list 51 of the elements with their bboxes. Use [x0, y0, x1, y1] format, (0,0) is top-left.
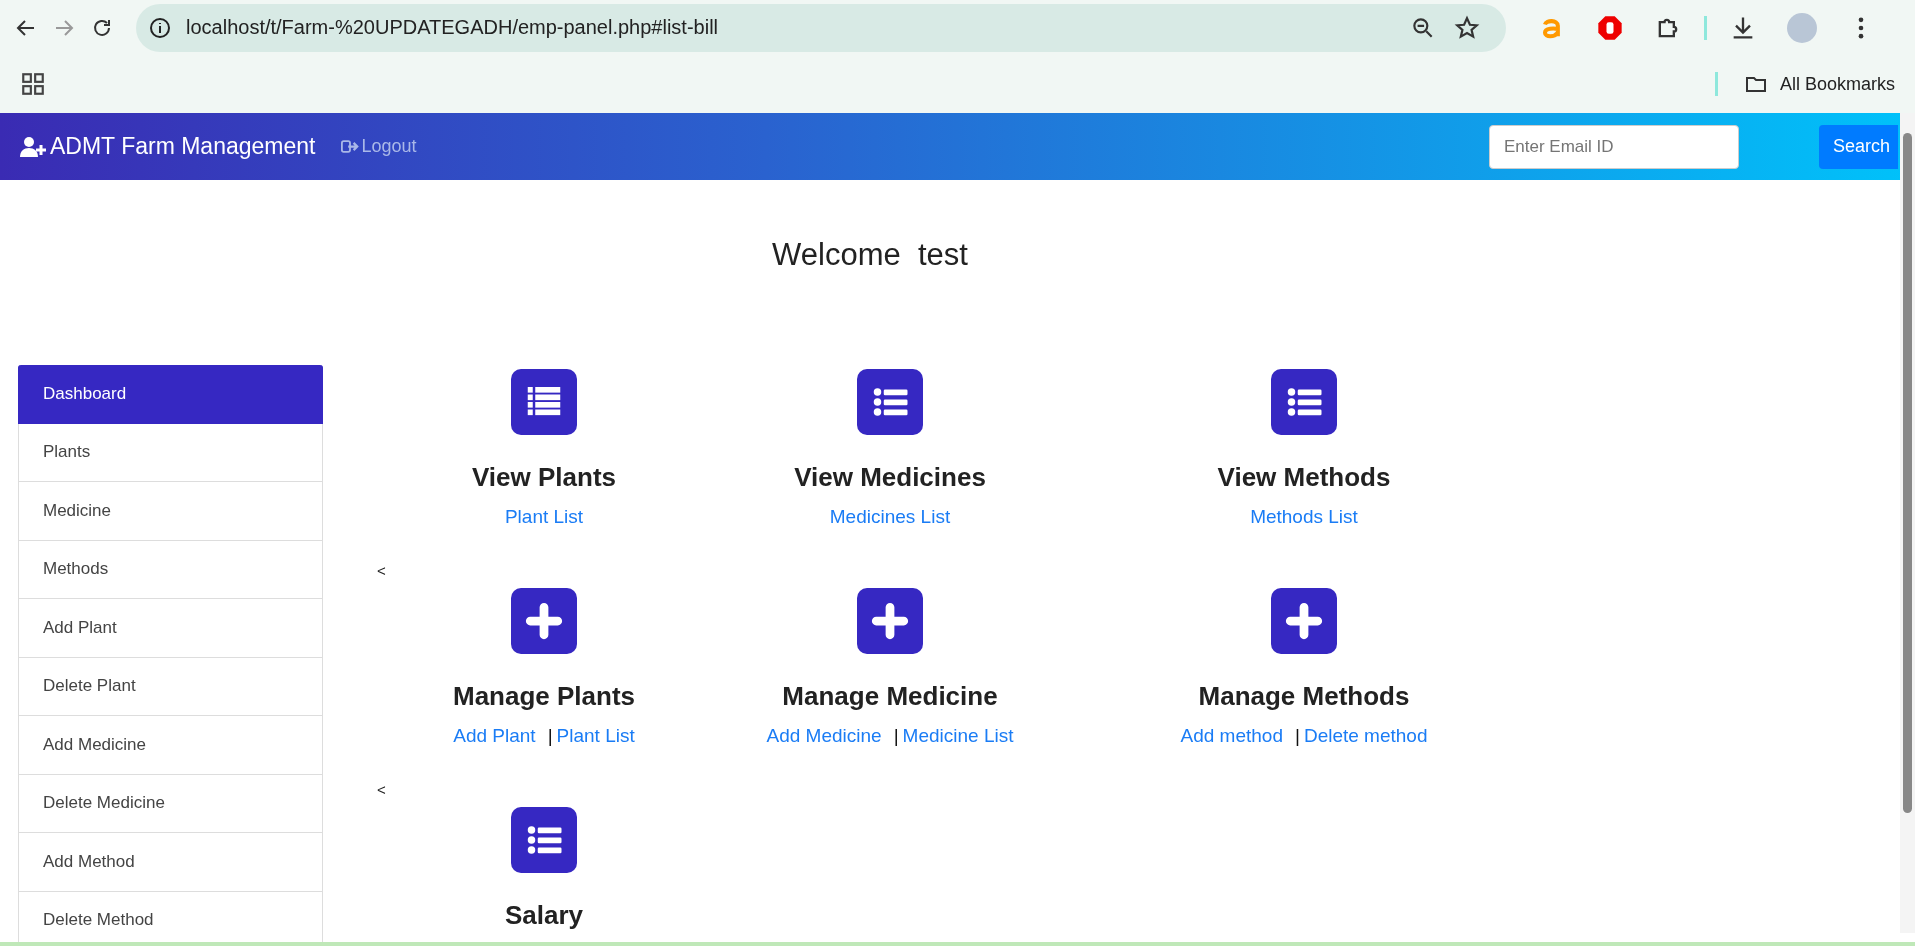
list-icon[interactable] [857, 369, 923, 435]
apps-grid-icon[interactable] [20, 71, 46, 97]
card-title: View Medicines [794, 462, 986, 494]
list-icon[interactable] [1271, 369, 1337, 435]
card-link[interactable]: Methods List [1250, 506, 1358, 530]
card-title: Manage Plants [452, 681, 636, 713]
angle-text: < [377, 781, 387, 799]
logout-link[interactable]: Logout [341, 136, 417, 157]
bookmarks-button[interactable]: All Bookmarks [1743, 72, 1895, 96]
info-icon [148, 15, 172, 40]
sidebar-item[interactable]: Add Method [18, 833, 323, 892]
card-link[interactable]: Medicine List [902, 725, 1014, 749]
brand-link[interactable]: ADMT Farm Management [18, 133, 316, 160]
card-title: View Plants [472, 462, 616, 494]
card-title: View Methods [1217, 462, 1391, 494]
card-link[interactable]: Plant List [556, 725, 635, 749]
card-link[interactable]: Add Plant [453, 725, 536, 749]
plus-icon[interactable] [511, 588, 577, 654]
user-plus-icon [18, 135, 48, 158]
card-link[interactable]: Medicines List [829, 506, 951, 530]
list-icon[interactable] [511, 807, 577, 873]
sign-out-icon [341, 139, 360, 154]
sidebar-item[interactable]: Add Medicine [18, 716, 323, 775]
sidebar-item[interactable]: Plants [18, 423, 323, 482]
separator-text: | [893, 725, 899, 748]
sidebar-item[interactable]: Delete Plant [18, 657, 323, 716]
sidebar-item[interactable]: Medicine [18, 482, 323, 541]
sidebar-item[interactable]: Methods [18, 540, 323, 599]
star-icon[interactable] [1454, 14, 1480, 41]
card-link[interactable]: Delete method [1303, 725, 1428, 749]
sidebar-item[interactable]: Add Plant [18, 599, 323, 658]
angle-text: < [377, 562, 387, 580]
url-text: localhost/t/Farm-%20UPDATEGADH/emp-panel.php#list-bill [186, 16, 720, 39]
address-bar[interactable]: localhost/t/Farm-%20UPDATEGADH/emp-panel.php#list-bill [136, 3, 1506, 52]
plus-icon[interactable] [857, 588, 923, 654]
list-icon[interactable] [511, 369, 577, 435]
welcome-heading: Welcome test [771, 237, 969, 273]
scrollbar[interactable] [1900, 113, 1915, 933]
sidebar-item[interactable]: Dashboard [18, 365, 323, 424]
card-title: Manage Medicine [782, 681, 998, 713]
search-button[interactable]: Search [1818, 124, 1898, 169]
card-link[interactable]: Add method [1180, 725, 1283, 749]
separator-text: | [547, 725, 553, 748]
separator-text: | [1294, 725, 1300, 748]
card-title: Salary [504, 900, 584, 932]
card-link[interactable]: Add Medicine [766, 725, 882, 749]
sidebar-item[interactable]: Delete Medicine [18, 774, 323, 833]
card-title: Manage Methods [1198, 681, 1410, 713]
card-link[interactable]: Plant List [504, 506, 584, 530]
plus-icon[interactable] [1271, 588, 1337, 654]
email-search-field[interactable]: Enter Email ID [1488, 124, 1739, 169]
